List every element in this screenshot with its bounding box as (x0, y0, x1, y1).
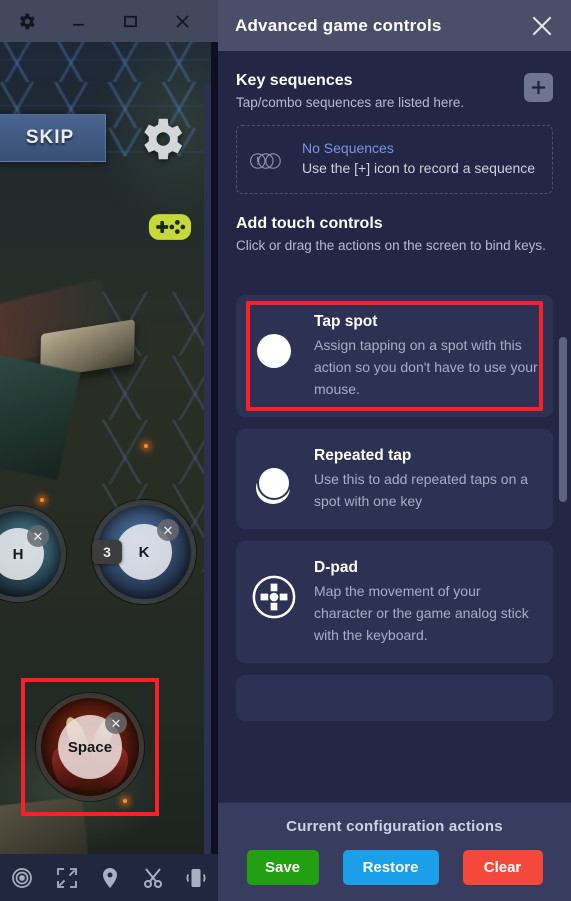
panel-title: Advanced game controls (235, 15, 442, 35)
control-card-description: Use this to add repeated taps on a spot … (314, 471, 529, 509)
scissors-icon[interactable] (132, 854, 175, 901)
scenery-rubble (0, 796, 90, 854)
clear-button[interactable]: Clear (462, 850, 543, 885)
no-sequences-description: Use the [+] icon to record a sequence (302, 160, 536, 176)
tap-count-badge: 3 (92, 540, 122, 564)
app-window: SKIP H ✕ K ✕ 3 Space ✕ Advanced game con… (0, 0, 571, 901)
add-touch-controls-section: Add touch controls Click or drag the act… (218, 215, 571, 255)
footer-buttons: Save Restore Clear (218, 850, 571, 885)
panel-footer: Current configuration actions Save Resto… (218, 802, 571, 901)
no-sequences-title: No Sequences (302, 140, 394, 156)
control-card-title: Repeated tap (314, 447, 412, 464)
no-sequences-placeholder: No Sequences Use the [+] icon to record … (236, 125, 553, 194)
shake-phone-icon[interactable] (175, 854, 218, 901)
control-card-title: D-pad (314, 559, 358, 576)
minimize-button[interactable] (52, 0, 104, 42)
close-icon[interactable]: ✕ (27, 525, 49, 547)
circle-icon (250, 327, 298, 375)
no-sequences-icon (249, 151, 289, 176)
panel-body: Key sequences Tap/combo sequences are li… (218, 51, 571, 802)
gear-icon (134, 112, 188, 166)
eye-icon[interactable] (2, 854, 45, 901)
controls-scroll-area[interactable]: Tap spot Assign tapping on a spot with t… (218, 289, 571, 802)
close-icon[interactable]: ✕ (157, 519, 179, 541)
close-button[interactable] (156, 0, 208, 42)
emulator-edge (204, 84, 211, 854)
restore-button[interactable]: Restore (342, 850, 439, 885)
control-card-description: Assign tapping on a spot with this actio… (314, 337, 538, 397)
emulator-titlebar (0, 0, 218, 42)
touch-control-space[interactable]: Space ✕ (36, 693, 144, 801)
key-sequences-title: Key sequences (236, 72, 353, 89)
control-card-d-pad[interactable]: D-pad Map the movement of your character… (236, 541, 553, 663)
touch-control-h[interactable]: H ✕ (0, 506, 66, 602)
ember-particle (123, 799, 127, 803)
control-card-repeated-tap[interactable]: Repeated tap Use this to add repeated ta… (236, 429, 553, 529)
advanced-game-controls-panel: Advanced game controls Key sequences Tap… (218, 0, 571, 901)
scrollbar-track[interactable] (559, 289, 567, 802)
stacked-circles-icon (250, 461, 298, 509)
skip-button[interactable]: SKIP (0, 114, 106, 162)
location-pin-icon[interactable] (88, 854, 131, 901)
emulator-bottom-toolbar (0, 854, 218, 901)
add-sequence-button[interactable] (524, 73, 553, 102)
control-card-title: Tap spot (314, 313, 378, 330)
ember-particle (40, 498, 44, 502)
maximize-button[interactable] (104, 0, 156, 42)
key-sequences-section: Key sequences Tap/combo sequences are li… (218, 51, 571, 112)
key-sequences-subtitle: Tap/combo sequences are listed here. (236, 95, 465, 110)
close-icon[interactable]: ✕ (105, 712, 127, 734)
add-touch-controls-title: Add touch controls (236, 215, 383, 232)
emulator-pane: SKIP H ✕ K ✕ 3 Space ✕ (0, 0, 218, 901)
scenery-rock (0, 353, 81, 481)
fullscreen-icon[interactable] (45, 854, 88, 901)
control-card-partial[interactable] (236, 675, 553, 721)
gamepad-icon[interactable] (148, 210, 192, 244)
add-touch-controls-subtitle: Click or drag the actions on the screen … (236, 238, 546, 253)
panel-header: Advanced game controls (218, 0, 571, 51)
control-card-tap-spot[interactable]: Tap spot Assign tapping on a spot with t… (236, 295, 553, 417)
close-icon[interactable] (525, 9, 559, 43)
scrollbar-thumb[interactable] (559, 337, 567, 502)
save-button[interactable]: Save (246, 850, 319, 885)
ember-particle (144, 444, 148, 448)
game-screen[interactable]: SKIP H ✕ K ✕ 3 Space ✕ (0, 42, 211, 854)
settings-gear-icon[interactable] (0, 0, 52, 42)
footer-title: Current configuration actions (286, 818, 503, 835)
dpad-icon (250, 573, 298, 621)
control-card-description: Map the movement of your character or th… (314, 583, 529, 643)
